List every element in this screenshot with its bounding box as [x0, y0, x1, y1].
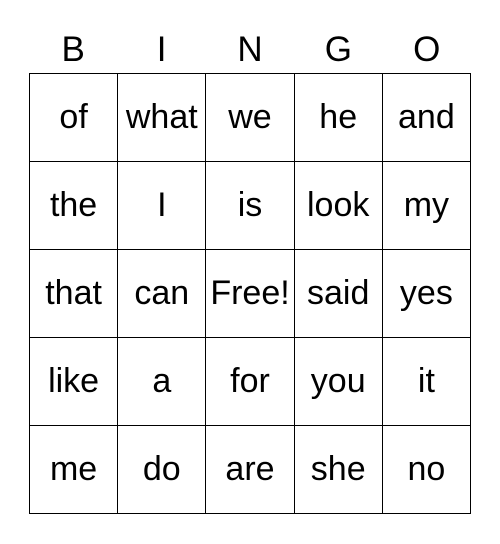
bingo-cell[interactable]: we: [206, 74, 295, 162]
bingo-cell[interactable]: look: [294, 162, 383, 250]
bingo-cell[interactable]: what: [118, 74, 207, 162]
bingo-cell[interactable]: my: [382, 162, 471, 250]
bingo-cell[interactable]: are: [206, 426, 295, 514]
bingo-cell[interactable]: a: [118, 338, 207, 426]
header-letter-g: G: [324, 30, 352, 69]
bingo-cell[interactable]: the: [30, 162, 119, 250]
bingo-cell[interactable]: and: [382, 74, 471, 162]
bingo-cell[interactable]: of: [30, 74, 119, 162]
free-space-cell[interactable]: Free!: [206, 250, 295, 338]
bingo-cell[interactable]: she: [294, 426, 383, 514]
header-letter-i: I: [156, 30, 167, 69]
bingo-cell[interactable]: that: [30, 250, 119, 338]
bingo-cell[interactable]: it: [382, 338, 471, 426]
header-letter-o: O: [413, 30, 441, 69]
bingo-cell[interactable]: can: [118, 250, 207, 338]
bingo-grid: of what we he and the Iis look my that can Free! sai…: [29, 73, 471, 514]
bingo-cell[interactable]: like: [30, 338, 119, 426]
bingo-header: B I N G O: [29, 28, 471, 72]
bingo-cell[interactable]: he: [294, 74, 383, 162]
bingo-cell[interactable]: said: [294, 250, 383, 338]
bingo-cell[interactable]: I: [118, 162, 207, 250]
bingo-cell[interactable]: for: [206, 338, 295, 426]
bingo-cell[interactable]: no: [382, 426, 471, 514]
bingo-cell[interactable]: do: [118, 426, 207, 514]
bingo-cell[interactable]: you: [294, 338, 383, 426]
header-letter-n: N: [237, 30, 263, 69]
bingo-cell[interactable]: yes: [382, 250, 471, 338]
bingo-cell[interactable]: me: [30, 426, 119, 514]
bingo-cell[interactable]: is: [206, 162, 295, 250]
header-letter-b: B: [61, 30, 85, 69]
